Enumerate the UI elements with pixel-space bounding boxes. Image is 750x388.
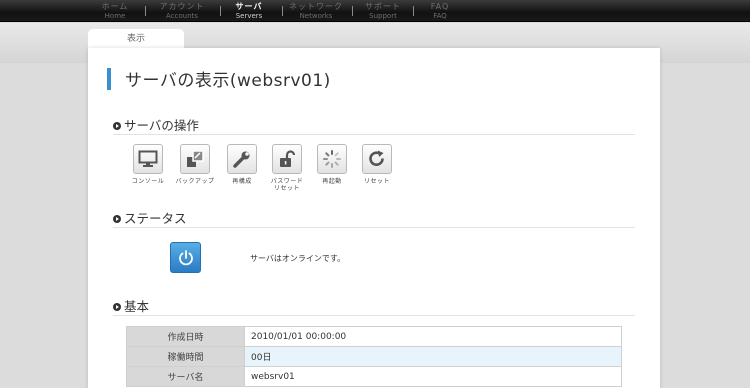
section-heading: サーバの操作 (124, 118, 199, 133)
restart-button[interactable]: 再起動 (307, 144, 357, 185)
button-label: リセット (363, 178, 390, 185)
button-label: パスワード リセット (270, 178, 304, 192)
nav-separator (145, 6, 146, 16)
reset-button[interactable]: リセット (352, 144, 402, 185)
top-nav: ホーム Home アカウント Accounts サーバ Servers ネットワ… (0, 0, 750, 22)
row-key: 稼働時間 (126, 346, 245, 367)
nav-label: ネットワーク (289, 2, 343, 11)
nav-sublabel: Networks (299, 12, 333, 20)
password-reset-button[interactable]: パスワード リセット (262, 144, 312, 192)
basic-info-table: 作成日時 2010/01/01 00:00:00 稼働時間 00日 サーバ名 w… (126, 326, 622, 387)
row-key: 作成日時 (126, 326, 245, 347)
nav-item-servers[interactable]: サーバ Servers (214, 2, 284, 21)
unlock-icon (272, 144, 302, 174)
section-operations: サーバの操作 (113, 115, 635, 135)
nav-item-networks[interactable]: ネットワーク Networks (281, 2, 351, 21)
section-basic: 基本 (113, 296, 635, 316)
status-text: サーバはオンラインです。 (250, 254, 346, 263)
title-accent-bar (107, 68, 111, 90)
refresh-icon (362, 144, 392, 174)
spinner-icon (317, 144, 347, 174)
button-label: 再起動 (322, 178, 342, 185)
nav-item-accounts[interactable]: アカウント Accounts (147, 2, 217, 21)
tab-view[interactable]: 表示 (88, 29, 184, 49)
row-value: 00日 (244, 346, 622, 367)
row-value: 2010/01/01 00:00:00 (244, 326, 622, 347)
button-label: バックアップ (175, 178, 215, 185)
nav-sublabel: Home (104, 12, 126, 20)
section-status: ステータス (113, 208, 635, 228)
nav-label: サーバ (235, 2, 263, 11)
monitor-icon (133, 144, 163, 174)
nav-sublabel: FAQ (433, 12, 447, 20)
nav-label: アカウント (159, 2, 205, 11)
table-row: サーバ名 websrv01 (126, 366, 622, 387)
nav-item-faq[interactable]: FAQ FAQ (405, 2, 475, 21)
power-icon[interactable] (170, 242, 201, 273)
nav-item-home[interactable]: ホーム Home (80, 2, 150, 21)
button-label: 再構成 (232, 178, 252, 185)
page-title: サーバの表示(websrv01) (125, 71, 331, 91)
table-row: 稼働時間 00日 (126, 346, 622, 367)
wrench-icon (227, 144, 257, 174)
backup-button[interactable]: バックアップ (170, 144, 220, 185)
nav-label: ホーム (101, 2, 129, 11)
reconfigure-button[interactable]: 再構成 (217, 144, 267, 185)
button-label: コンソール (131, 178, 165, 185)
nav-sublabel: Servers (235, 12, 263, 20)
row-key: サーバ名 (126, 366, 245, 387)
table-row: 作成日時 2010/01/01 00:00:00 (126, 326, 622, 347)
bullet-icon (113, 122, 121, 130)
bullet-icon (113, 303, 121, 311)
section-heading: ステータス (124, 211, 187, 226)
section-heading: 基本 (124, 299, 150, 314)
nav-label: FAQ (430, 2, 450, 11)
backup-icon (180, 144, 210, 174)
row-value: websrv01 (244, 366, 622, 387)
bullet-icon (113, 215, 121, 223)
nav-sublabel: Accounts (166, 12, 198, 20)
console-button[interactable]: コンソール (123, 144, 173, 185)
